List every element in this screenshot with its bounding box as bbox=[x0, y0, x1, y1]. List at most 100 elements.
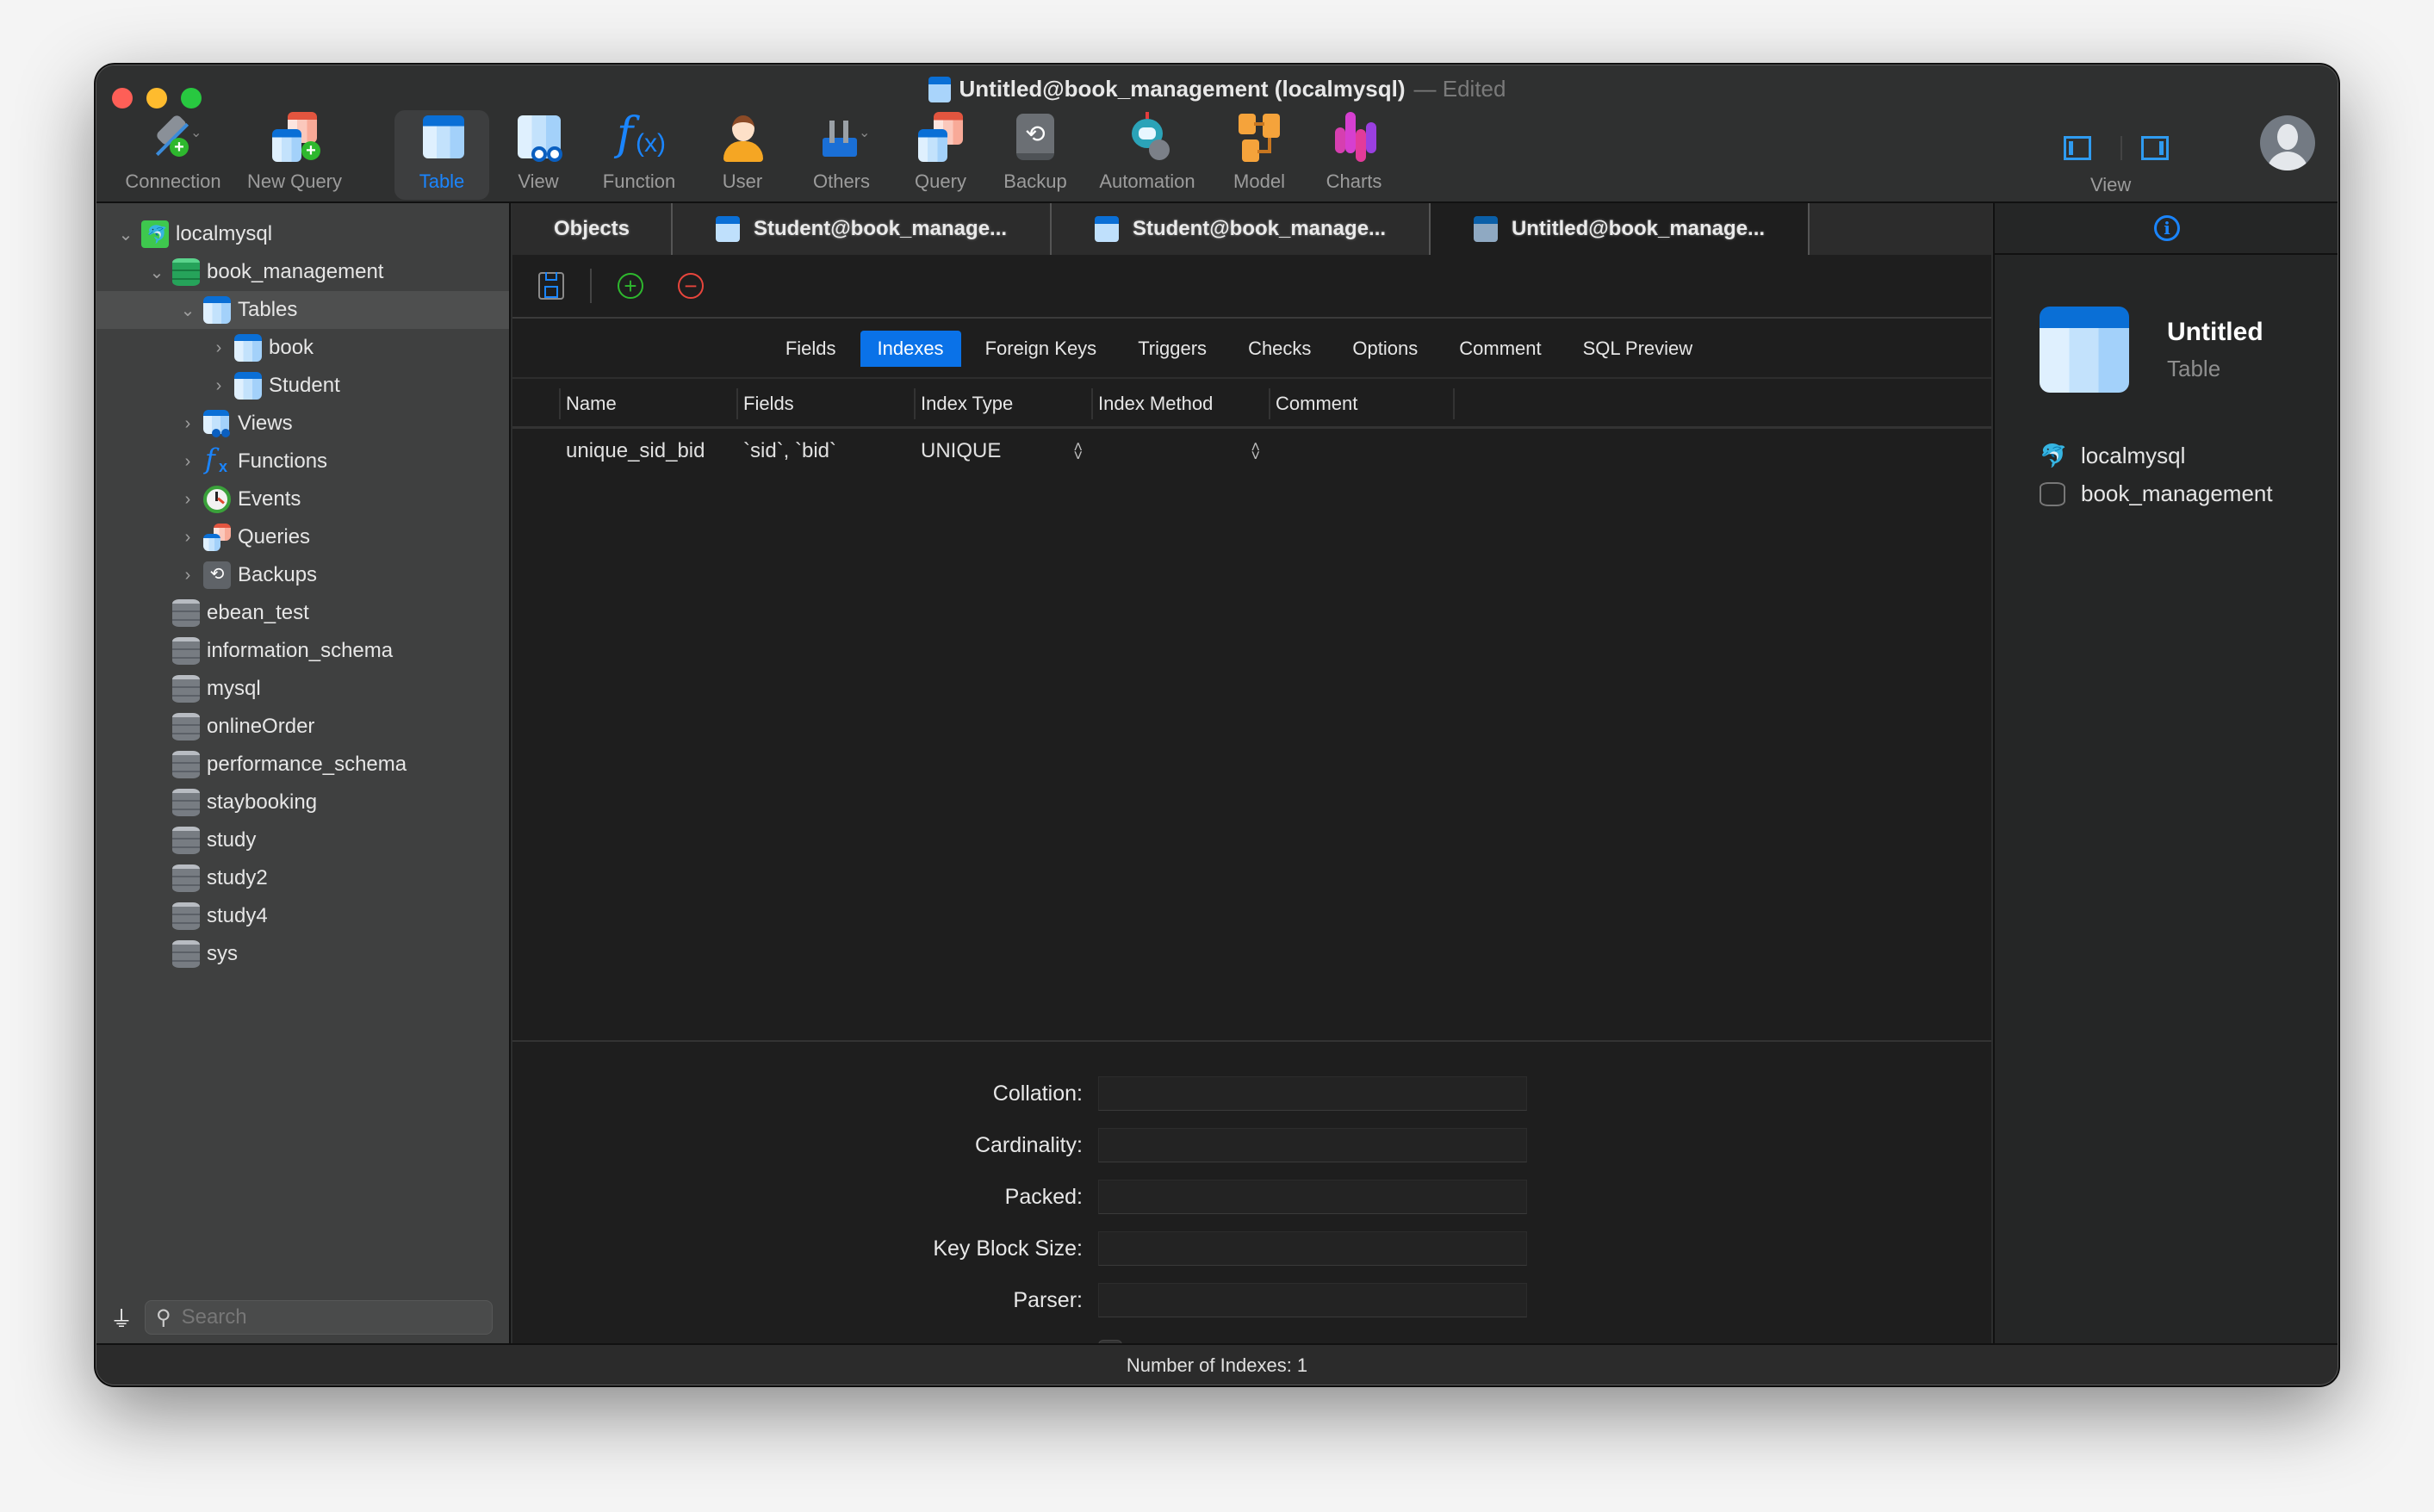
navigation-sidebar: ⌄ 🐬 localmysql ⌄ book_management ⌄ Table… bbox=[96, 203, 511, 1343]
tree-database-book-management[interactable]: ⌄ book_management bbox=[96, 253, 509, 291]
collation-field[interactable] bbox=[1098, 1076, 1527, 1111]
toolbar-user-button[interactable]: User bbox=[699, 110, 785, 200]
column-header-index-method[interactable]: Index Method bbox=[1091, 387, 1269, 419]
add-index-button[interactable]: + bbox=[618, 273, 643, 299]
view-toggle-group: View bbox=[2052, 129, 2215, 200]
column-header-index-type[interactable]: Index Type bbox=[914, 387, 1091, 419]
view-icon bbox=[203, 410, 231, 437]
tree-database-item[interactable]: staybooking bbox=[96, 784, 509, 821]
subtab-indexes[interactable]: Indexes bbox=[860, 331, 961, 367]
tree-table-book[interactable]: › book bbox=[96, 329, 509, 367]
connection-filter-icon[interactable]: ⏚ bbox=[110, 1302, 133, 1334]
subtab-options[interactable]: Options bbox=[1335, 331, 1435, 367]
chevron-right-icon[interactable]: › bbox=[179, 528, 196, 548]
chevron-right-icon[interactable]: › bbox=[179, 414, 196, 434]
toolbar-view-button[interactable]: View bbox=[500, 110, 577, 200]
key-block-size-field[interactable] bbox=[1098, 1231, 1527, 1266]
toggle-left-sidebar-icon[interactable] bbox=[2064, 136, 2091, 160]
user-icon bbox=[717, 112, 768, 162]
chevron-down-icon[interactable]: ⌄ bbox=[117, 224, 134, 245]
database-outline-icon bbox=[2040, 481, 2065, 506]
index-row[interactable]: unique_sid_bid `sid`, `bid` UNIQUE ˄ ˅ ˄ ˅ bbox=[512, 431, 1991, 472]
subtab-fields[interactable]: Fields bbox=[768, 331, 854, 367]
tab-objects[interactable]: Objects bbox=[512, 203, 673, 255]
chevron-right-icon[interactable]: › bbox=[179, 490, 196, 510]
table-icon bbox=[203, 296, 231, 324]
packed-field[interactable] bbox=[1098, 1180, 1527, 1214]
tree-connection-localmysql[interactable]: ⌄ 🐬 localmysql bbox=[96, 215, 509, 253]
tree-group-backups[interactable]: › ⟲ Backups bbox=[96, 556, 509, 594]
toggle-right-sidebar-icon[interactable] bbox=[2141, 136, 2169, 160]
toolbar-label: Function bbox=[602, 170, 676, 192]
column-header-name[interactable]: Name bbox=[559, 387, 736, 419]
tree-database-item[interactable]: mysql bbox=[96, 670, 509, 708]
subtab-triggers[interactable]: Triggers bbox=[1121, 331, 1224, 367]
tree-database-item[interactable]: information_schema bbox=[96, 632, 509, 670]
user-avatar[interactable] bbox=[2260, 115, 2315, 170]
index-type-select[interactable]: UNIQUE ˄ ˅ bbox=[914, 439, 1091, 463]
toolbar-function-button[interactable]: f (x) Function bbox=[587, 108, 691, 200]
tab-student-design[interactable]: Student@book_manage... bbox=[673, 203, 1052, 255]
sidebar-search-input[interactable]: ⚲ Search bbox=[145, 1300, 494, 1335]
toolbar-new-query-button[interactable]: + New Query bbox=[236, 110, 353, 200]
tab-untitled-design[interactable]: Untitled@book_manage... bbox=[1431, 203, 1810, 255]
index-count-status: Number of Indexes: 1 bbox=[1126, 1354, 1308, 1376]
toolbar-others-button[interactable]: ⌄ Others bbox=[794, 110, 889, 200]
tree-group-tables[interactable]: ⌄ Tables bbox=[96, 291, 509, 329]
tree-group-views[interactable]: › Views bbox=[96, 405, 509, 443]
tree-label: Queries bbox=[238, 525, 311, 548]
database-icon bbox=[172, 599, 200, 627]
column-header-comment[interactable]: Comment bbox=[1269, 387, 1455, 419]
object-name: Untitled bbox=[2167, 317, 2263, 346]
chevron-right-icon[interactable]: › bbox=[210, 376, 227, 396]
tree-database-item[interactable]: ebean_test bbox=[96, 594, 509, 632]
tree-database-item[interactable]: study bbox=[96, 821, 509, 859]
toolbar-model-button[interactable]: Model bbox=[1216, 110, 1302, 200]
chevron-down-icon[interactable]: ⌄ bbox=[179, 300, 196, 321]
cardinality-field[interactable] bbox=[1098, 1128, 1527, 1162]
tree-database-item[interactable]: study2 bbox=[96, 859, 509, 897]
subtab-comment[interactable]: Comment bbox=[1442, 331, 1558, 367]
tree-database-item[interactable]: sys bbox=[96, 935, 509, 973]
info-database: book_management bbox=[2040, 480, 2273, 507]
tree-label: study4 bbox=[207, 904, 268, 927]
tab-label: Student@book_manage... bbox=[1132, 217, 1387, 240]
database-icon bbox=[172, 789, 200, 816]
column-header-fields[interactable]: Fields bbox=[736, 387, 914, 419]
cardinality-label: Cardinality: bbox=[974, 1132, 1083, 1157]
tree-database-item[interactable]: performance_schema bbox=[96, 746, 509, 784]
chevron-right-icon[interactable]: › bbox=[210, 338, 227, 358]
tree-database-item[interactable]: study4 bbox=[96, 897, 509, 935]
index-fields-cell[interactable]: `sid`, `bid` bbox=[736, 439, 914, 463]
toolbar-backup-button[interactable]: ⟲ Backup bbox=[992, 110, 1078, 200]
subtab-foreign-keys[interactable]: Foreign Keys bbox=[968, 331, 1115, 367]
toolbar-table-button[interactable]: Table bbox=[394, 110, 489, 200]
updown-chevron-icon: ˄ ˅ bbox=[1073, 438, 1083, 464]
chevron-down-icon[interactable]: ⌄ bbox=[148, 262, 165, 283]
tree-group-functions[interactable]: › f x Functions bbox=[96, 443, 509, 480]
subtab-checks[interactable]: Checks bbox=[1231, 331, 1328, 367]
tree-label: Tables bbox=[238, 298, 298, 321]
toolbar-label: Automation bbox=[1099, 170, 1195, 192]
chevron-right-icon[interactable]: › bbox=[179, 566, 196, 586]
tree-group-events[interactable]: › Events bbox=[96, 480, 509, 518]
toolbar-query-button[interactable]: Query bbox=[897, 110, 984, 200]
info-icon[interactable]: i bbox=[2154, 215, 2180, 241]
tree-group-queries[interactable]: › Queries bbox=[96, 518, 509, 556]
table-edit-icon bbox=[1473, 216, 1498, 242]
parser-field[interactable] bbox=[1098, 1283, 1527, 1317]
tab-student-table[interactable]: Student@book_manage... bbox=[1052, 203, 1431, 255]
toolbar-automation-button[interactable]: Automation bbox=[1078, 110, 1216, 200]
toolbar-connection-button[interactable]: + ⌄ Connection bbox=[109, 110, 238, 200]
others-tools-icon: ⌄ bbox=[816, 112, 870, 162]
subtab-sql-preview[interactable]: SQL Preview bbox=[1566, 331, 1711, 367]
tree-table-student[interactable]: › Student bbox=[96, 367, 509, 405]
chevron-right-icon[interactable]: › bbox=[179, 452, 196, 472]
toolbar-charts-button[interactable]: Charts bbox=[1311, 110, 1397, 200]
save-button[interactable] bbox=[538, 272, 564, 300]
remove-index-button[interactable]: − bbox=[678, 273, 704, 299]
tree-database-item[interactable]: onlineOrder bbox=[96, 708, 509, 746]
index-method-select[interactable]: ˄ ˅ bbox=[1091, 439, 1269, 463]
tree-label: onlineOrder bbox=[207, 715, 315, 738]
index-name-cell[interactable]: unique_sid_bid bbox=[559, 439, 736, 463]
